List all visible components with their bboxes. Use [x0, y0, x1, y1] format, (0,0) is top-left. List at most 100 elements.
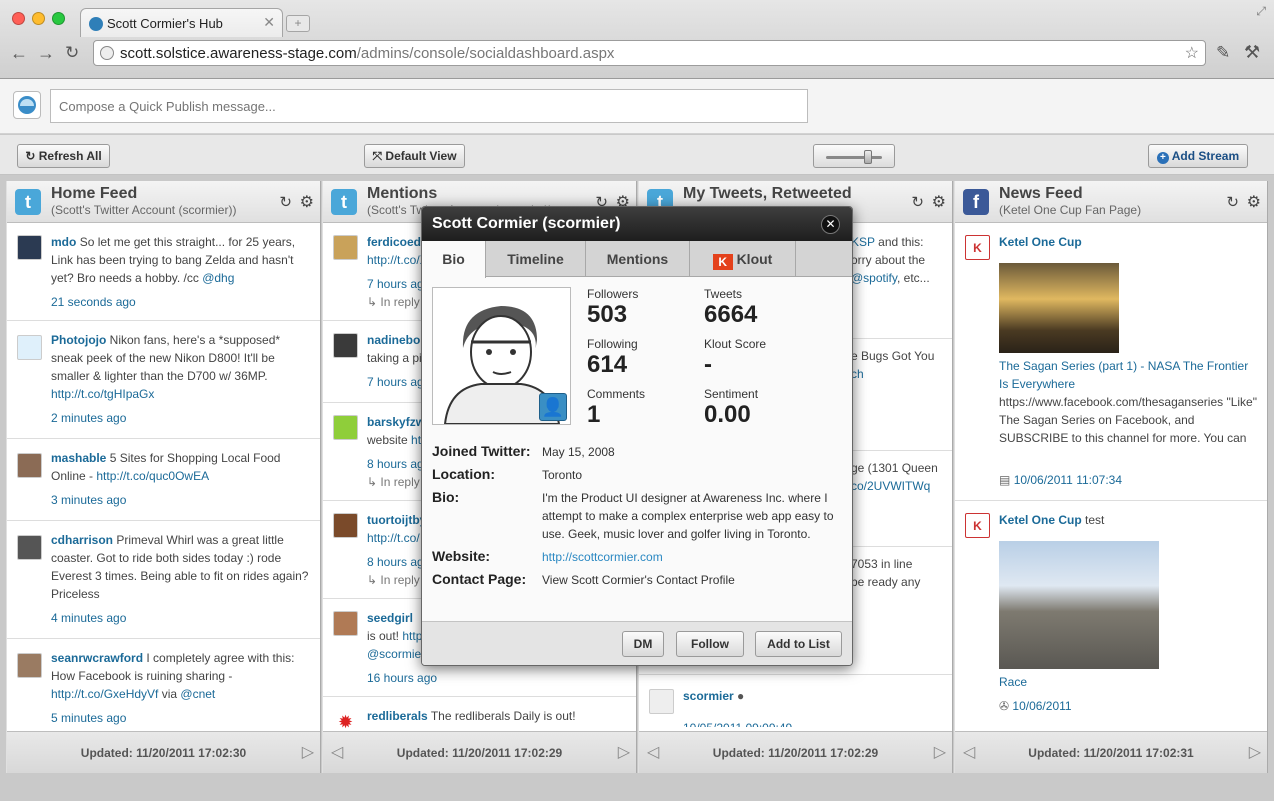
- minimize-window-button[interactable]: [32, 12, 45, 25]
- close-window-button[interactable]: [12, 12, 25, 25]
- username-link[interactable]: seedgirl: [367, 611, 413, 625]
- film-icon: ▤: [999, 473, 1011, 487]
- twitter-icon: t: [331, 189, 357, 215]
- add-icon: +: [1156, 152, 1169, 164]
- refresh-all-button[interactable]: ↻ Refresh All: [17, 144, 110, 168]
- mention-link[interactable]: @dhg: [202, 271, 234, 285]
- timestamp-link[interactable]: 5 minutes ago: [51, 709, 309, 727]
- post-title-link[interactable]: The Sagan Series (part 1) - NASA The Fro…: [999, 357, 1257, 393]
- timestamp-link[interactable]: 10/06/2011 11:07:34: [1014, 473, 1122, 487]
- username-link[interactable]: mashable: [51, 451, 106, 465]
- video-thumbnail[interactable]: [999, 541, 1159, 669]
- next-arrow-icon[interactable]: ▷: [934, 742, 946, 762]
- dialog-footer: DM Follow Add to List: [422, 621, 852, 665]
- post-title-link[interactable]: Race: [999, 673, 1257, 691]
- tab-mentions[interactable]: Mentions: [586, 241, 690, 277]
- column-header: f News Feed (Ketel One Cup Fan Page) ↻ ⚙: [955, 181, 1267, 223]
- avatar: [17, 535, 42, 560]
- profile-dialog: Scott Cormier (scormier) ✕ Bio Timeline …: [421, 206, 853, 666]
- username-link[interactable]: scormier: [683, 689, 734, 703]
- twitter-icon: t: [15, 189, 41, 215]
- forward-icon[interactable]: →: [37, 43, 55, 64]
- username-link[interactable]: Photojojo: [51, 333, 106, 347]
- page-menu-icon[interactable]: ✎: [1216, 43, 1230, 63]
- fullscreen-icon[interactable]: ⤢: [1256, 4, 1266, 19]
- gear-icon[interactable]: ⚙: [1247, 192, 1261, 212]
- toolbar: [0, 135, 1274, 175]
- post-text: https://www.facebook.com/thesaganseries …: [999, 395, 1257, 445]
- list-item: ✹ redliberals The redliberals Daily is o…: [323, 697, 636, 734]
- contact-profile-link[interactable]: View Scott Cormier's Contact Profile: [542, 571, 842, 589]
- tab-timeline[interactable]: Timeline: [486, 241, 586, 277]
- mention-link[interactable]: @cnet: [180, 687, 215, 701]
- timestamp-link[interactable]: 4 minutes ago: [51, 609, 309, 627]
- username-link[interactable]: redliberals: [367, 709, 428, 723]
- new-tab-button[interactable]: +: [286, 15, 310, 32]
- timestamp-link[interactable]: 21 seconds ago: [51, 293, 309, 311]
- website-link[interactable]: http://scottcormier.com: [542, 548, 842, 566]
- column-width-slider[interactable]: [813, 144, 895, 168]
- url-link[interactable]: http://t.co/quc0OwEA: [96, 469, 209, 483]
- mention-link[interactable]: @spotify: [851, 271, 897, 285]
- refresh-icon[interactable]: ↻: [911, 193, 924, 211]
- username-link[interactable]: seanrwcrawford: [51, 651, 143, 665]
- mention-link[interactable]: @scormie: [367, 647, 421, 661]
- timestamp-link[interactable]: 2 minutes ago: [51, 409, 309, 427]
- close-icon[interactable]: ✕: [821, 215, 840, 234]
- gear-icon[interactable]: ⚙: [932, 192, 946, 212]
- username-link[interactable]: nadinebob: [367, 333, 428, 347]
- add-to-list-button[interactable]: Add to List: [755, 631, 842, 657]
- slider-track: [826, 156, 882, 159]
- back-icon[interactable]: ←: [10, 43, 28, 64]
- username-link[interactable]: Ketel One Cup: [999, 513, 1082, 527]
- url-link[interactable]: http: [402, 629, 422, 643]
- column-subtitle: (Ketel One Cup Fan Page): [999, 203, 1142, 217]
- default-view-button[interactable]: ⤧ Default View: [364, 144, 465, 168]
- compose-input[interactable]: [50, 89, 808, 123]
- timestamp-link[interactable]: 10/06/2011: [1012, 699, 1071, 713]
- url-link[interactable]: http://t.co/X: [367, 253, 428, 267]
- close-tab-icon[interactable]: ✕: [263, 14, 275, 31]
- video-thumbnail[interactable]: [999, 263, 1119, 353]
- next-arrow-icon[interactable]: ▷: [618, 742, 630, 762]
- timestamp-link[interactable]: 10/05/2011 09:09:49: [683, 719, 941, 727]
- username-link[interactable]: tuortoijtby: [367, 513, 426, 527]
- url-link[interactable]: KSP: [851, 235, 875, 249]
- avatar: [17, 335, 42, 360]
- refresh-icon[interactable]: ↻: [1226, 193, 1239, 211]
- address-bar[interactable]: scott.solstice.awareness-stage.com/admin…: [93, 40, 1206, 66]
- url-link[interactable]: co/2UVWITWq: [851, 479, 930, 493]
- follow-button[interactable]: Follow: [676, 631, 744, 657]
- browser-chrome: Scott Cormier's Hub ✕ + ⤢ ← → ↻ scott.so…: [0, 0, 1274, 79]
- next-arrow-icon[interactable]: ▷: [1249, 742, 1261, 762]
- url-link[interactable]: http://t.co/GxeHdyVf: [51, 687, 158, 701]
- profile-photo: 👤: [432, 287, 571, 425]
- column-title: News Feed: [999, 185, 1083, 202]
- username-link[interactable]: ferdicoedi: [367, 235, 424, 249]
- dm-button[interactable]: DM: [622, 631, 664, 657]
- bio-value: I'm the Product UI designer at Awareness…: [542, 491, 834, 541]
- slider-handle[interactable]: [864, 150, 872, 164]
- zoom-window-button[interactable]: [52, 12, 65, 25]
- dialog-header: Scott Cormier (scormier) ✕: [422, 207, 852, 241]
- url-link[interactable]: http://t.co/tgHIpaGx: [51, 387, 154, 401]
- gear-icon[interactable]: ⚙: [300, 192, 314, 212]
- url-link[interactable]: http://t.co/: [367, 531, 420, 545]
- username-link[interactable]: Ketel One Cup: [999, 235, 1082, 249]
- avatar: [333, 235, 358, 260]
- add-stream-button[interactable]: + Add Stream: [1148, 144, 1248, 168]
- wrench-icon[interactable]: ⚒: [1244, 42, 1260, 63]
- tab-bio[interactable]: Bio: [422, 241, 486, 278]
- timestamp-link[interactable]: 16 hours ago: [367, 669, 625, 687]
- reload-icon[interactable]: ↻: [65, 43, 79, 63]
- username-link[interactable]: cdharrison: [51, 533, 113, 547]
- browser-tab[interactable]: Scott Cormier's Hub ✕: [80, 8, 283, 37]
- tab-klout[interactable]: K Klout: [690, 241, 796, 277]
- bookmark-star-icon[interactable]: ☆: [1185, 43, 1199, 63]
- refresh-icon[interactable]: ↻: [279, 193, 292, 211]
- avatar: [333, 611, 358, 636]
- username-link[interactable]: mdo: [51, 235, 76, 249]
- timestamp-link[interactable]: 3 minutes ago: [51, 491, 309, 509]
- username-link[interactable]: barskyfzw: [367, 415, 425, 429]
- next-arrow-icon[interactable]: ▷: [302, 742, 314, 762]
